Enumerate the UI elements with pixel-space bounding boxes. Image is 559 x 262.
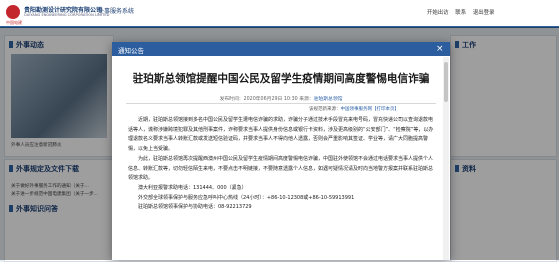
source-prefix: 该规范新来源： (309, 107, 341, 112)
modal-scrollbar-thumb[interactable] (444, 62, 448, 102)
article-source-link[interactable]: 驻珀斯总领馆 (314, 97, 343, 102)
org-name-en: GUIYANG ENGINEERING CORPORATION LIMITED (24, 13, 110, 17)
logo-subtext: 中国电建 (6, 20, 22, 25)
mfa-hotline: 外交部全球领事保护与服务应急呼叫中心热线（24小时）：+86-10-12308或… (138, 194, 355, 201)
notice-modal: 通知公告 × 驻珀斯总领馆提醒中国公民及留学生疫情期间高度警惕电信诈骗 发布时间… (112, 42, 450, 260)
article-paragraph: 为此，驻珀斯总领馆再次提醒西澳州中国公民及留学生疫情期间高度警惕电信诈骗，中国驻… (128, 155, 434, 182)
article-publish-time: 发布时间：2020年06月29日 10:30 来源： (219, 97, 314, 102)
close-icon[interactable]: × (436, 43, 444, 55)
article-source-line: 该规范新来源：中国领事服务网【打印本页】 (309, 106, 399, 112)
company-logo (6, 5, 20, 19)
police-hotline: 澳大利亚报警求助电话：131444、000（紧急） (138, 184, 247, 191)
system-name: 外事服务系统 (98, 8, 135, 15)
header-link-contact[interactable]: 联系 (455, 10, 466, 16)
article-title: 驻珀斯总领馆提醒中国公民及留学生疫情期间高度警惕电信诈骗 (132, 73, 430, 85)
modal-header (112, 42, 450, 56)
print-page-link[interactable]: 【打印本页】 (372, 107, 399, 112)
article-divider (126, 103, 436, 104)
header-link-start-visit[interactable]: 开始出访 (427, 10, 449, 16)
consulate-hotline: 驻珀斯总领馆领事保护与协助电话：08-92213729 (138, 204, 252, 211)
consular-service-link[interactable]: 中国领事服务网 (341, 107, 373, 112)
modal-title: 通知公告 (118, 47, 144, 55)
article-meta: 发布时间：2020年06月29日 10:30 来源：驻珀斯总领馆 (112, 95, 450, 102)
header-link-logout[interactable]: 退出登录 (473, 10, 495, 16)
article-body: 近期，驻珀斯总领馆接到多名中国公民及留学生遭电信诈骗的求助，诈骗分子通过技术手段… (128, 116, 434, 213)
header-links: 开始出访 联系 退出登录 (427, 8, 499, 16)
article-paragraph: 近期，驻珀斯总领馆接到多名中国公民及留学生遭电信诈骗的求助，诈骗分子通过技术手段… (128, 117, 434, 153)
